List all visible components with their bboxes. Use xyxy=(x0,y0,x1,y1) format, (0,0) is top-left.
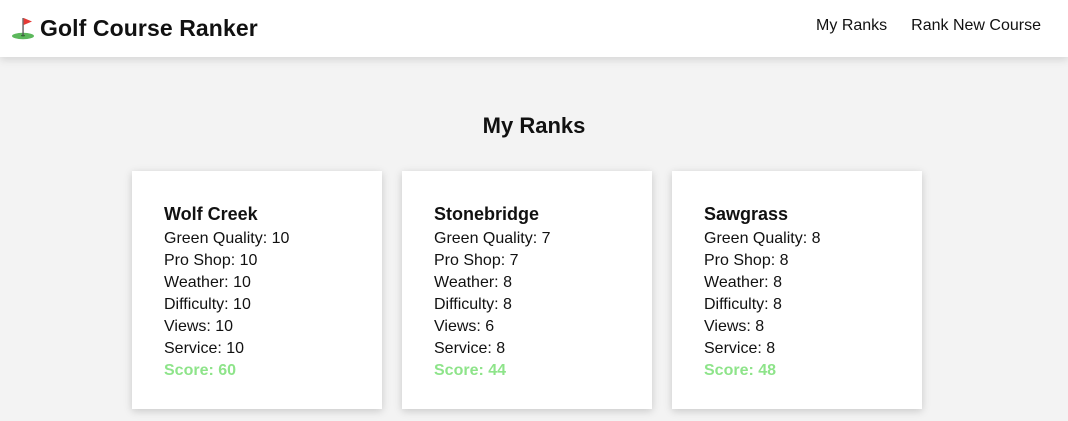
difficulty-stat: Difficulty: 8 xyxy=(704,296,782,313)
course-card-list: Wolf Creek Green Quality: 10 Pro Shop: 1… xyxy=(132,171,922,409)
views-stat: Views: 10 xyxy=(164,318,234,335)
total-score: Score: 48 xyxy=(704,362,777,379)
nav-link-my-ranks[interactable]: My Ranks xyxy=(816,17,887,35)
weather-stat: Weather: 8 xyxy=(704,274,782,291)
course-card: Sawgrass Green Quality: 8 Pro Shop: 8 We… xyxy=(672,171,922,409)
course-card: Stonebridge Green Quality: 7 Pro Shop: 7… xyxy=(402,171,652,409)
total-score: Score: 44 xyxy=(434,362,507,379)
weather-stat: Weather: 10 xyxy=(164,274,251,291)
green-quality-stat: Green Quality: 8 xyxy=(704,230,821,247)
pro-shop-stat: Pro Shop: 7 xyxy=(434,252,519,269)
nav-links: My Ranks Rank New Course xyxy=(816,17,1041,35)
course-name: Stonebridge xyxy=(434,204,540,224)
course-name: Sawgrass xyxy=(704,204,789,224)
nav-link-rank-new-course[interactable]: Rank New Course xyxy=(911,17,1041,35)
service-stat: Service: 10 xyxy=(164,340,245,357)
pro-shop-stat: Pro Shop: 8 xyxy=(704,252,789,269)
green-quality-stat: Green Quality: 7 xyxy=(434,230,551,247)
navbar: Golf Course Ranker My Ranks Rank New Cou… xyxy=(0,0,1068,57)
course-card: Wolf Creek Green Quality: 10 Pro Shop: 1… xyxy=(132,171,382,409)
difficulty-stat: Difficulty: 8 xyxy=(434,296,512,313)
total-score: Score: 60 xyxy=(164,362,237,379)
views-stat: Views: 8 xyxy=(704,318,765,335)
brand-link[interactable]: Golf Course Ranker xyxy=(11,13,258,43)
difficulty-stat: Difficulty: 10 xyxy=(164,296,251,313)
course-name: Wolf Creek xyxy=(164,204,258,224)
pro-shop-stat: Pro Shop: 10 xyxy=(164,252,258,269)
golf-flag-icon xyxy=(12,18,34,40)
weather-stat: Weather: 8 xyxy=(434,274,512,291)
views-stat: Views: 6 xyxy=(434,318,495,335)
service-stat: Service: 8 xyxy=(704,340,776,357)
green-quality-stat: Green Quality: 10 xyxy=(164,230,290,247)
brand-title: Golf Course Ranker xyxy=(40,14,258,41)
service-stat: Service: 8 xyxy=(434,340,506,357)
page-title: My Ranks xyxy=(482,113,586,138)
